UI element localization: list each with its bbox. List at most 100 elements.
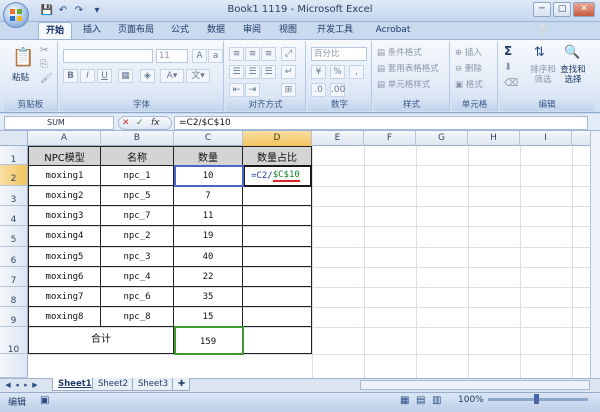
row-header-6[interactable]: 6 xyxy=(0,247,28,267)
tab-acrobat[interactable]: Acrobat xyxy=(366,22,420,39)
cell-c3[interactable]: 7 xyxy=(174,186,243,206)
grow-font-icon[interactable]: A xyxy=(192,49,207,63)
decrease-decimal-icon[interactable]: .00 xyxy=(330,83,345,97)
cell-c5[interactable]: 19 xyxy=(174,226,243,247)
cell-a6[interactable]: moxing5 xyxy=(29,247,101,267)
tab-view[interactable]: 视图 xyxy=(272,22,304,39)
row-header-5[interactable]: 5 xyxy=(0,226,28,247)
cell-b2[interactable]: npc_1 xyxy=(101,166,174,186)
tab-insert[interactable]: 插入 xyxy=(76,22,108,39)
cell-a2[interactable]: moxing1 xyxy=(29,166,101,186)
last-sheet-icon[interactable]: ▶ xyxy=(31,380,39,390)
row-header-7[interactable]: 7 xyxy=(0,267,28,287)
format-cells-button[interactable]: ▣ 格式 xyxy=(455,78,483,90)
align-left-icon[interactable]: ☰ xyxy=(229,65,244,79)
copy-icon[interactable]: ⎘ xyxy=(40,59,48,70)
cell-b4[interactable]: npc_7 xyxy=(101,206,174,226)
cell-b8[interactable]: npc_6 xyxy=(101,287,174,307)
enter-icon[interactable]: ✓ xyxy=(136,117,144,129)
insert-sheet-icon[interactable]: ✚ xyxy=(172,378,190,391)
prev-sheet-icon[interactable]: ◂ xyxy=(13,380,21,390)
macro-record-icon[interactable]: ▣ xyxy=(40,395,49,406)
cell-b3[interactable]: npc_5 xyxy=(101,186,174,206)
cell-d7[interactable] xyxy=(243,267,312,287)
increase-decimal-icon[interactable]: .0 xyxy=(311,83,326,97)
cell-d8[interactable] xyxy=(243,287,312,307)
row-header-2[interactable]: 2 xyxy=(0,165,28,186)
tab-developer[interactable]: 开发工具 xyxy=(308,22,362,39)
tab-review[interactable]: 审阅 xyxy=(236,22,268,39)
borders-icon[interactable]: ▦ xyxy=(118,69,133,83)
header-cell-name[interactable]: 名称 xyxy=(101,147,174,166)
find-select-icon[interactable]: 🔍 xyxy=(564,45,580,60)
delete-cells-button[interactable]: ⊖ 删除 xyxy=(455,62,482,74)
cell-c8[interactable]: 35 xyxy=(174,287,243,307)
tab-formulas[interactable]: 公式 xyxy=(164,22,196,39)
cell-b6[interactable]: npc_3 xyxy=(101,247,174,267)
sheet-tab-3[interactable]: Sheet3 xyxy=(132,378,174,391)
cell-a5[interactable]: moxing4 xyxy=(29,226,101,247)
total-label-cell[interactable]: 合计 xyxy=(29,327,174,354)
header-cell-npc-model[interactable]: NPC模型 xyxy=(29,147,101,166)
help-icon[interactable]: ❔ xyxy=(536,24,550,37)
paste-icon[interactable]: 📋 xyxy=(12,47,34,68)
column-header-i[interactable]: I xyxy=(520,131,572,146)
vertical-scrollbar[interactable] xyxy=(590,131,600,378)
row-header-3[interactable]: 3 xyxy=(0,186,28,206)
cell-d5[interactable] xyxy=(243,226,312,247)
sheet-tab-2[interactable]: Sheet2 xyxy=(92,378,134,391)
percent-button[interactable]: % xyxy=(330,65,345,79)
number-format-box[interactable]: 百分比 xyxy=(311,47,367,61)
tab-page-layout[interactable]: 页面布局 xyxy=(112,22,160,39)
italic-button[interactable]: I xyxy=(80,69,95,83)
sheet-tab-1[interactable]: Sheet1 xyxy=(52,378,98,391)
decrease-indent-icon[interactable]: ⇤ xyxy=(229,83,244,97)
column-header-h[interactable]: H xyxy=(468,131,520,146)
font-size-box[interactable]: 11 xyxy=(156,49,188,63)
cancel-icon[interactable]: ✕ xyxy=(122,117,130,129)
cell-b9[interactable]: npc_8 xyxy=(101,307,174,327)
bold-button[interactable]: B xyxy=(63,69,78,83)
insert-cells-button[interactable]: ⊕ 插入 xyxy=(455,46,482,58)
clear-icon[interactable]: ⌫ xyxy=(504,78,518,89)
cell-d4[interactable] xyxy=(243,206,312,226)
font-color-icon[interactable]: A▾ xyxy=(160,69,184,83)
row-header-4[interactable]: 4 xyxy=(0,206,28,226)
cell-a9[interactable]: moxing8 xyxy=(29,307,101,327)
row-header-1[interactable]: 1 xyxy=(0,146,28,165)
page-layout-view-icon[interactable]: ▤ xyxy=(416,395,425,406)
align-bottom-icon[interactable]: ≡ xyxy=(261,47,276,61)
name-box[interactable]: SUM xyxy=(4,116,114,130)
zoom-level[interactable]: 100% xyxy=(458,395,484,405)
select-all-corner[interactable] xyxy=(0,131,28,146)
cell-d3[interactable] xyxy=(243,186,312,206)
column-header-a[interactable]: A xyxy=(28,131,101,146)
normal-view-icon[interactable]: ▦ xyxy=(400,395,409,406)
maximize-button[interactable]: ▢ xyxy=(553,2,571,17)
insert-function-icon[interactable]: fx xyxy=(151,117,160,129)
horizontal-scrollbar[interactable] xyxy=(360,380,590,390)
first-sheet-icon[interactable]: ◀ xyxy=(4,380,12,390)
orientation-icon[interactable]: ⤢ xyxy=(281,47,296,61)
cell-a3[interactable]: moxing2 xyxy=(29,186,101,206)
column-header-f[interactable]: F xyxy=(364,131,416,146)
paste-label[interactable]: 粘贴 xyxy=(12,71,29,83)
cell-d2-editing[interactable]: =C2/$C$10 xyxy=(243,165,312,187)
next-sheet-icon[interactable]: ▸ xyxy=(22,380,30,390)
header-cell-ratio[interactable]: 数量占比 xyxy=(243,147,312,166)
cell-b5[interactable]: npc_2 xyxy=(101,226,174,247)
cell-a4[interactable]: moxing3 xyxy=(29,206,101,226)
close-button[interactable]: ✕ xyxy=(573,2,595,17)
column-header-b[interactable]: B xyxy=(101,131,174,146)
align-center-icon[interactable]: ☰ xyxy=(245,65,260,79)
cell-a7[interactable]: moxing6 xyxy=(29,267,101,287)
font-name-box[interactable] xyxy=(63,49,153,63)
office-button[interactable] xyxy=(3,2,29,28)
format-painter-icon[interactable]: 🖌 xyxy=(40,73,53,84)
column-header-d[interactable]: D xyxy=(243,131,312,146)
cell-d6[interactable] xyxy=(243,247,312,267)
conditional-format-button[interactable]: ▤ 条件格式 xyxy=(377,46,422,58)
align-right-icon[interactable]: ☰ xyxy=(261,65,276,79)
wrap-text-icon[interactable]: ↵ xyxy=(281,65,296,79)
merge-center-icon[interactable]: ⊞ xyxy=(281,83,296,97)
